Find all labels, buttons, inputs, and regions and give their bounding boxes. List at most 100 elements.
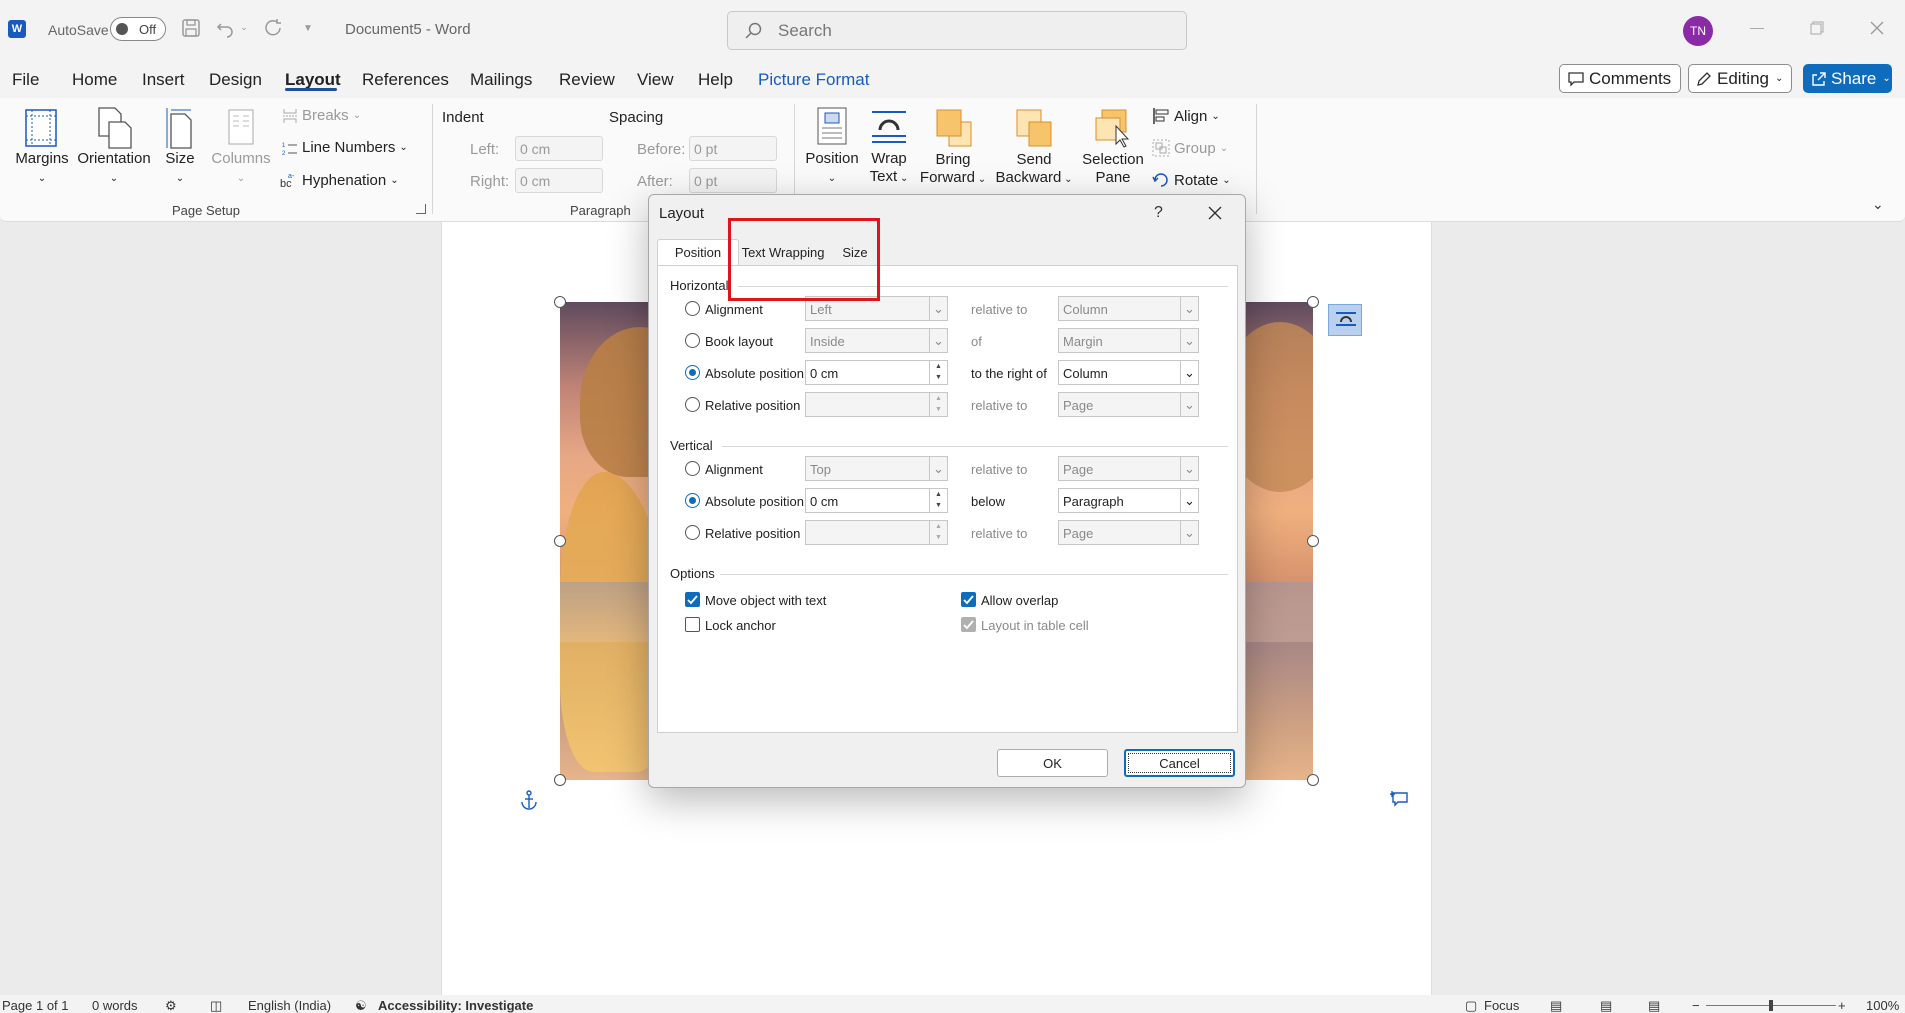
v-relative-position-input[interactable]: ▲ ▼: [805, 520, 948, 545]
focus-mode[interactable]: Focus: [1484, 998, 1519, 1013]
add-comment-icon[interactable]: [1390, 790, 1410, 808]
share-button[interactable]: Share ⌄: [1803, 64, 1892, 93]
h-relative-position-radio[interactable]: [685, 397, 700, 412]
word-count[interactable]: 0 words: [92, 998, 138, 1013]
resize-handle-e[interactable]: [1307, 535, 1319, 547]
close-dialog-icon[interactable]: [1207, 205, 1223, 221]
wrap-text-button[interactable]: Wrap Text ⌄: [864, 150, 914, 188]
h-alignment-target-select[interactable]: Column ⌄: [1058, 296, 1199, 321]
v-alignment-radio[interactable]: [685, 461, 700, 476]
v-relative-position-target-select[interactable]: Page ⌄: [1058, 520, 1199, 545]
indent-right-input[interactable]: 0 cm: [515, 168, 603, 193]
undo-icon[interactable]: [214, 17, 236, 39]
editing-button[interactable]: Editing ⌄: [1688, 64, 1792, 93]
print-layout-icon[interactable]: ▤: [1600, 998, 1612, 1013]
tab-layout[interactable]: Layout: [285, 70, 341, 90]
minimize-icon[interactable]: [1745, 16, 1769, 40]
language[interactable]: English (India): [248, 998, 331, 1013]
page-setup-launcher-icon[interactable]: [416, 204, 426, 214]
zoom-slider-thumb[interactable]: [1769, 1000, 1773, 1011]
size-button[interactable]: Size ⌄: [158, 150, 202, 188]
margins-button[interactable]: Margins ⌄: [12, 150, 72, 188]
track-changes-icon[interactable]: ⚙: [165, 998, 177, 1013]
hyphenation-button[interactable]: bc a- Hyphenation ⌄: [280, 171, 399, 190]
lock-anchor-checkbox[interactable]: [685, 617, 700, 632]
zoom-slider[interactable]: [1706, 1000, 1836, 1011]
page-count[interactable]: Page 1 of 1: [2, 998, 69, 1013]
tab-picture-format[interactable]: Picture Format: [758, 70, 869, 90]
spinner-icon[interactable]: ▲ ▼: [929, 361, 947, 384]
v-absolute-position-target-select[interactable]: Paragraph ⌄: [1058, 488, 1199, 513]
close-window-icon[interactable]: [1865, 16, 1889, 40]
h-absolute-position-input[interactable]: 0 cm ▲ ▼: [805, 360, 948, 385]
v-absolute-position-radio[interactable]: [685, 493, 700, 508]
v-alignment-target-select[interactable]: Page ⌄: [1058, 456, 1199, 481]
h-alignment-radio[interactable]: [685, 301, 700, 316]
tab-position[interactable]: Position: [657, 239, 739, 265]
selection-pane-button[interactable]: Selection Pane: [1076, 151, 1150, 187]
v-alignment-select[interactable]: Top ⌄: [805, 456, 948, 481]
spinner-icon[interactable]: ▲ ▼: [929, 521, 947, 544]
zoom-in-icon[interactable]: +: [1838, 998, 1846, 1013]
h-relative-position-target-select[interactable]: Page ⌄: [1058, 392, 1199, 417]
web-layout-icon[interactable]: ▤: [1648, 998, 1660, 1013]
redo-icon[interactable]: [262, 17, 284, 39]
restore-icon[interactable]: [1805, 16, 1829, 40]
cancel-button[interactable]: Cancel: [1124, 749, 1235, 777]
bring-forward-button[interactable]: Bring Forward ⌄: [917, 151, 989, 189]
tab-review[interactable]: Review: [559, 70, 615, 90]
resize-handle-sw[interactable]: [554, 774, 566, 786]
collapse-ribbon-icon[interactable]: ⌄: [1872, 196, 1884, 213]
breaks-button[interactable]: Breaks ⌄: [282, 107, 361, 124]
allow-overlap-checkbox[interactable]: [961, 592, 976, 607]
v-absolute-position-input[interactable]: 0 cm ▲ ▼: [805, 488, 948, 513]
spinner-icon[interactable]: ▲ ▼: [929, 489, 947, 512]
search-input[interactable]: Search: [727, 11, 1187, 50]
layout-in-table-checkbox[interactable]: [961, 617, 976, 632]
autosave-toggle[interactable]: Off: [110, 17, 166, 41]
help-button[interactable]: ?: [1154, 204, 1163, 222]
h-book-layout-select[interactable]: Inside ⌄: [805, 328, 948, 353]
read-mode-icon[interactable]: ▤: [1550, 998, 1562, 1013]
save-icon[interactable]: [180, 17, 202, 39]
h-relative-position-input[interactable]: ▲ ▼: [805, 392, 948, 417]
tab-mailings[interactable]: Mailings: [470, 70, 532, 90]
ok-button[interactable]: OK: [997, 749, 1108, 777]
align-button[interactable]: Align ⌄: [1152, 107, 1220, 125]
indent-left-input[interactable]: 0 cm: [515, 136, 603, 161]
book-icon[interactable]: ◫: [210, 998, 222, 1013]
send-backward-button[interactable]: Send Backward ⌄: [992, 151, 1076, 189]
resize-handle-se[interactable]: [1307, 774, 1319, 786]
orientation-button[interactable]: Orientation ⌄: [72, 150, 156, 188]
customize-qat-icon[interactable]: ▼: [300, 20, 316, 36]
tab-design[interactable]: Design: [209, 70, 262, 90]
columns-button[interactable]: Columns ⌄: [208, 150, 274, 188]
spacing-before-input[interactable]: 0 pt: [689, 136, 777, 161]
resize-handle-nw[interactable]: [554, 296, 566, 308]
h-book-layout-target-select[interactable]: Margin ⌄: [1058, 328, 1199, 353]
zoom-level[interactable]: 100%: [1866, 998, 1899, 1013]
tab-file[interactable]: File: [12, 70, 39, 90]
resize-handle-ne[interactable]: [1307, 296, 1319, 308]
tab-references[interactable]: References: [362, 70, 449, 90]
h-book-layout-radio[interactable]: [685, 333, 700, 348]
resize-handle-w[interactable]: [554, 535, 566, 547]
comments-button[interactable]: Comments: [1559, 64, 1681, 93]
accessibility-status[interactable]: Accessibility: Investigate: [378, 998, 533, 1013]
layout-options-icon[interactable]: [1328, 304, 1362, 336]
zoom-out-icon[interactable]: −: [1692, 998, 1700, 1013]
rotate-button[interactable]: Rotate ⌄: [1152, 171, 1231, 189]
group-button[interactable]: Group ⌄: [1152, 139, 1228, 157]
h-absolute-position-radio[interactable]: [685, 365, 700, 380]
spinner-icon[interactable]: ▲ ▼: [929, 393, 947, 416]
spacing-after-input[interactable]: 0 pt: [689, 168, 777, 193]
h-absolute-position-target-select[interactable]: Column ⌄: [1058, 360, 1199, 385]
tab-help[interactable]: Help: [698, 70, 733, 90]
line-numbers-button[interactable]: 12 Line Numbers ⌄: [282, 139, 408, 156]
tab-home[interactable]: Home: [72, 70, 117, 90]
avatar[interactable]: TN: [1683, 16, 1713, 46]
position-button[interactable]: Position ⌄: [800, 150, 864, 188]
undo-dropdown-icon[interactable]: ⌄: [238, 20, 250, 34]
tab-insert[interactable]: Insert: [142, 70, 185, 90]
v-relative-position-radio[interactable]: [685, 525, 700, 540]
